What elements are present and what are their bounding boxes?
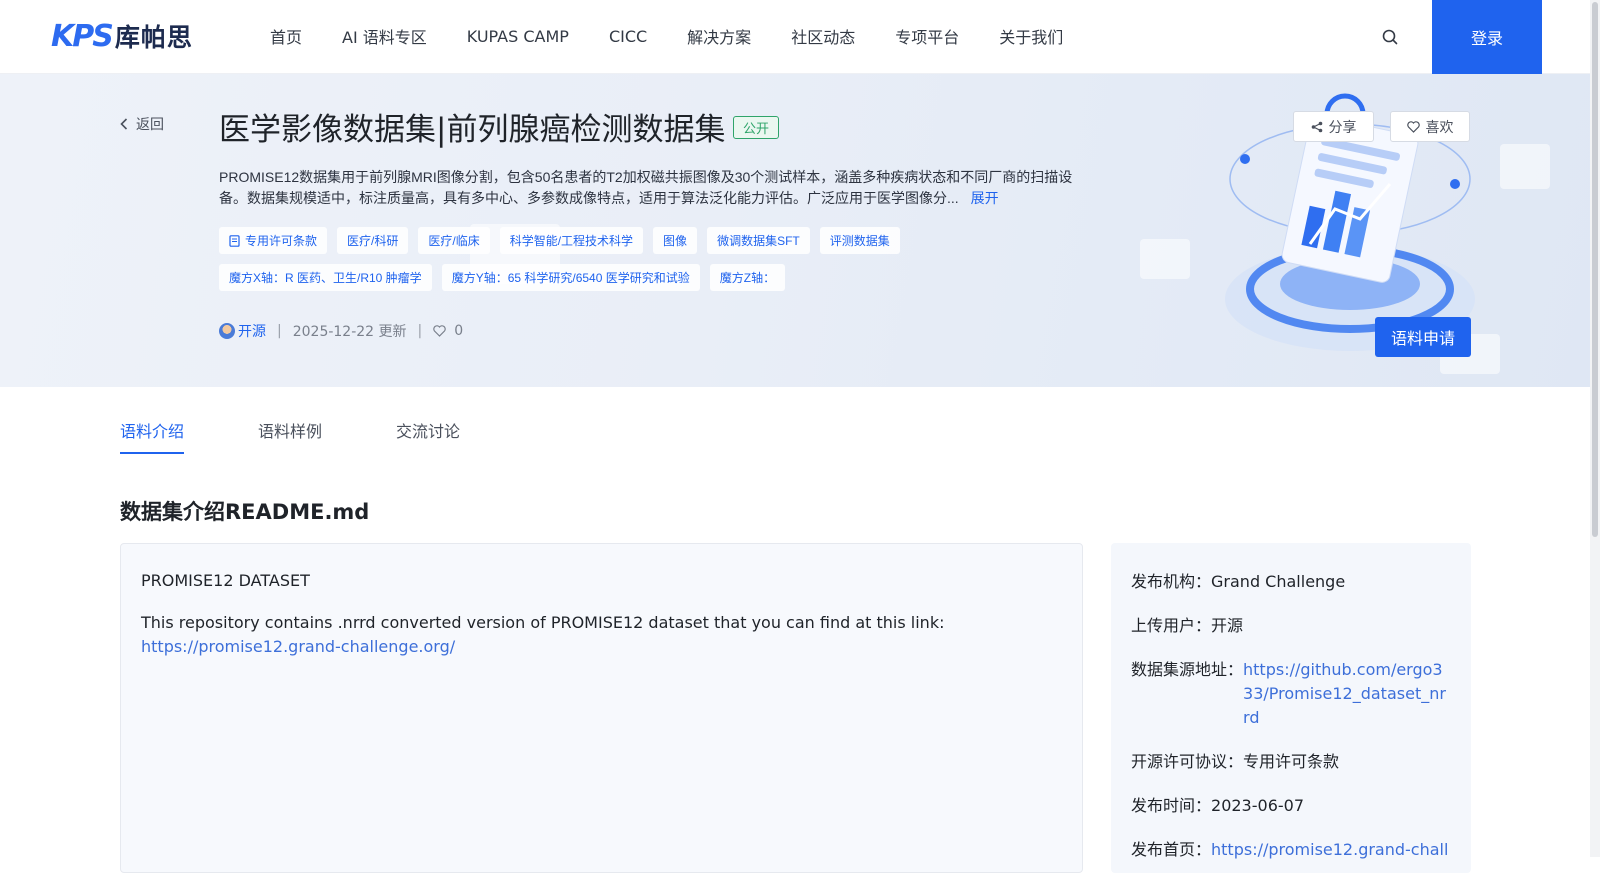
nav-item-ai-corpus[interactable]: AI 语料专区 (322, 24, 447, 48)
nav-item-platform[interactable]: 专项平台 (875, 24, 979, 48)
info-value: 开源 (1211, 616, 1244, 635)
cube-axis-tags: 魔方X轴：R 医药、卫生/R10 肿瘤学 魔方Y轴：65 科学研究/6540 医… (219, 264, 1119, 291)
readme-card: PROMISE12 DATASET This repository contai… (120, 543, 1083, 873)
scrollbar-thumb[interactable] (1592, 2, 1598, 537)
main-nav: 首页 AI 语料专区 KUPAS CAMP CICC 解决方案 社区动态 专项平… (250, 0, 1083, 72)
info-publisher: 发布机构： Grand Challenge (1131, 570, 1345, 594)
heart-icon (433, 325, 446, 337)
share-icon (1311, 121, 1322, 132)
readme-paragraph: This repository contains .nrrd converted… (141, 611, 1061, 659)
logo[interactable]: KPS 库帕思 (51, 18, 193, 54)
avatar (219, 323, 235, 339)
tag-list: 专用许可条款 医疗/科研 医疗/临床 科学智能/工程技术科学 图像 微调数据集S… (219, 227, 1119, 254)
source-link[interactable]: https://github.com/ergo333/Promise12_dat… (1243, 658, 1448, 730)
login-button[interactable]: 登录 (1432, 0, 1542, 74)
uploader-link[interactable]: 开源 (238, 321, 266, 341)
readme-text: This repository contains .nrrd converted… (141, 613, 945, 632)
info-key: 发布机构： (1131, 572, 1212, 591)
info-homepage: 发布首页： https://promise12.grand-chall (1131, 838, 1448, 862)
info-key: 开源许可协议： (1131, 752, 1244, 771)
tag-science-engineering[interactable]: 科学智能/工程技术科学 (499, 227, 644, 254)
nav-item-kupas-camp[interactable]: KUPAS CAMP (447, 27, 589, 46)
nav-item-community[interactable]: 社区动态 (771, 24, 875, 48)
tag-evaluation[interactable]: 评测数据集 (819, 227, 900, 254)
separator: | (277, 323, 282, 339)
readme-heading: PROMISE12 DATASET (141, 571, 310, 590)
like-button[interactable]: 喜欢 (1390, 111, 1470, 142)
dataset-title: 医学影像数据集|前列腺癌检测数据集 (219, 112, 726, 148)
like-label: 喜欢 (1425, 119, 1454, 136)
tag-label: 专用许可条款 (245, 234, 318, 248)
readme-link[interactable]: https://promise12.grand-challenge.org/ (141, 637, 455, 656)
section-title: 数据集介绍README.md (120, 500, 370, 524)
description-text: PROMISE12数据集用于前列腺MRI图像分割，包含50名患者的T2加权磁共振… (219, 169, 1073, 206)
share-label: 分享 (1328, 119, 1357, 136)
nav-item-about[interactable]: 关于我们 (979, 24, 1083, 48)
info-value: Grand Challenge (1211, 572, 1346, 591)
info-value: 专用许可条款 (1243, 752, 1340, 771)
apply-corpus-button[interactable]: 语料申请 (1375, 317, 1471, 357)
page-scrollbar[interactable] (1590, 0, 1600, 857)
nav-item-home[interactable]: 首页 (250, 24, 322, 48)
visibility-badge: 公开 (733, 116, 780, 139)
dataset-description: PROMISE12数据集用于前列腺MRI图像分割，包含50名患者的T2加权磁共振… (219, 167, 1079, 209)
dataset-info-card: 发布机构： Grand Challenge 上传用户： 开源 数据集源地址： h… (1111, 543, 1471, 873)
info-source: 数据集源地址： https://github.com/ergo333/Promi… (1131, 658, 1448, 730)
nav-item-solutions[interactable]: 解决方案 (667, 24, 771, 48)
tab-discussion[interactable]: 交流讨论 (396, 418, 460, 454)
heart-icon (1406, 120, 1420, 133)
info-license: 开源许可协议： 专用许可条款 (1131, 750, 1339, 774)
tag-cube-x[interactable]: 魔方X轴：R 医药、卫生/R10 肿瘤学 (219, 264, 432, 291)
info-key: 发布首页： (1131, 840, 1212, 859)
chevron-left-icon (120, 118, 128, 130)
info-key: 数据集源地址： (1131, 660, 1244, 679)
back-label: 返回 (136, 117, 164, 133)
info-value: 2023-06-07 (1211, 796, 1304, 815)
document-icon (229, 234, 240, 247)
info-date: 发布时间： 2023-06-07 (1131, 794, 1304, 818)
share-button[interactable]: 分享 (1293, 111, 1374, 142)
tag-medical-clinical[interactable]: 医疗/临床 (418, 227, 490, 254)
banner-decoration (1500, 144, 1550, 189)
homepage-link[interactable]: https://promise12.grand-chall (1211, 838, 1448, 862)
top-header: KPS 库帕思 首页 AI 语料专区 KUPAS CAMP CICC 解决方案 … (0, 0, 1590, 74)
like-count: 0 (433, 323, 463, 339)
dataset-banner: 返回 医学影像数据集|前列腺癌检测数据集 公开 PROMISE12数据集用于前列… (0, 74, 1590, 387)
separator: | (417, 323, 423, 339)
logo-mark: KPS (51, 18, 114, 54)
tag-sft[interactable]: 微调数据集SFT (707, 227, 810, 254)
expand-link[interactable]: 展开 (971, 190, 999, 206)
search-icon[interactable] (1381, 28, 1399, 46)
logo-text: 库帕思 (114, 23, 193, 52)
tab-samples[interactable]: 语料样例 (258, 418, 322, 454)
tag-cube-z[interactable]: 魔方Z轴： (709, 264, 786, 291)
back-button[interactable]: 返回 (120, 114, 164, 134)
tag-license[interactable]: 专用许可条款 (219, 227, 328, 254)
updated-date: 2025-12-22 更新 (292, 324, 407, 340)
like-count-value: 0 (454, 323, 464, 339)
tag-medical-research[interactable]: 医疗/科研 (337, 227, 409, 254)
content-tabs: 语料介绍 语料样例 交流讨论 (120, 418, 534, 454)
nav-item-cicc[interactable]: CICC (589, 27, 667, 46)
banner-decoration (1140, 239, 1190, 279)
info-uploader: 上传用户： 开源 (1131, 614, 1243, 638)
info-key: 上传用户： (1131, 616, 1212, 635)
tab-intro[interactable]: 语料介绍 (120, 418, 185, 454)
info-key: 发布时间： (1131, 796, 1212, 815)
tag-image[interactable]: 图像 (653, 227, 698, 254)
dataset-meta: 开源 | 2025-12-22 更新 | 0 (219, 321, 463, 341)
tag-cube-y[interactable]: 魔方Y轴：65 科学研究/6540 医学研究和试验 (441, 264, 700, 291)
